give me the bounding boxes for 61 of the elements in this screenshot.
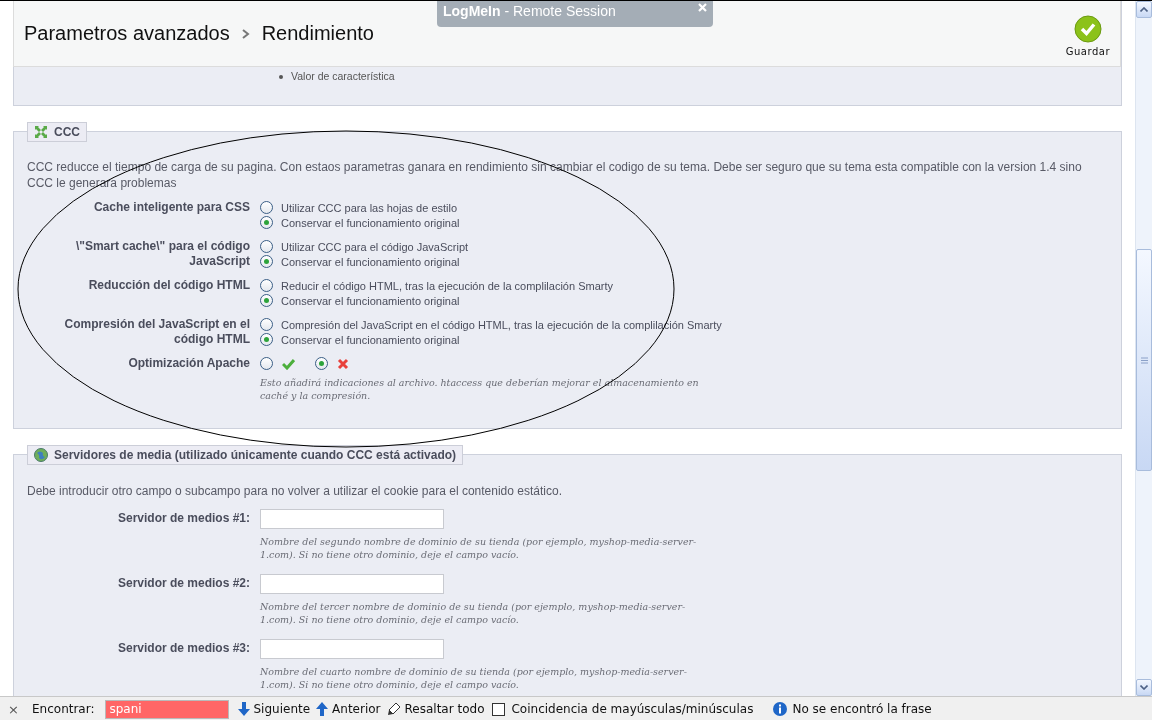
radio-button[interactable] — [260, 294, 273, 307]
cross-icon — [337, 357, 349, 370]
status-message: No se encontró la frase — [792, 702, 932, 716]
setting-label: Reducción del código HTML — [87, 278, 250, 294]
pen-icon — [386, 702, 401, 716]
grip-icon — [1140, 356, 1148, 364]
option-label: Conservar el funcionamiento original — [281, 333, 460, 346]
field-label: Servidor de medios #1: — [116, 510, 250, 526]
radio-button[interactable] — [260, 279, 273, 292]
section-description: Debe introducir otro campo o subcampo para no volver a utilizar el cookie para el contenido estático. — [27, 483, 563, 499]
setting-label: Compresión del JavaScript en el código HTML — [63, 317, 250, 347]
option-label: Conservar el funcionamiento original — [281, 216, 460, 229]
option-label: Reducir el código HTML, tras la ejecución de la complilación Smarty — [281, 279, 613, 292]
arrow-up-icon — [316, 702, 329, 716]
setting-label: \"Smart cache\" para el código JavaScript — [74, 239, 250, 269]
close-button[interactable]: × — [8, 701, 22, 717]
legend-title: CCC — [54, 125, 80, 139]
radio-button[interactable] — [260, 201, 273, 214]
toolbar-button[interactable]: Anterior — [316, 702, 381, 716]
check-icon — [1073, 14, 1102, 43]
scroll-thumb[interactable] — [1136, 249, 1152, 471]
radio-button[interactable] — [315, 357, 328, 370]
setting-label: Optimización Apache — [127, 356, 250, 372]
check-icon — [282, 357, 295, 370]
chevron-icon — [241, 28, 250, 39]
info-icon — [773, 702, 788, 716]
scroll-down-button[interactable] — [1136, 679, 1152, 696]
field-label: Servidor de medios #3: — [116, 640, 250, 656]
scrollbar[interactable] — [1135, 1, 1152, 696]
breadcrumb-link[interactable]: Parametros avanzados — [24, 22, 230, 45]
text-field[interactable] — [260, 509, 444, 529]
radio-button[interactable] — [260, 216, 273, 229]
field-hint: Nombre del cuarto nombre de dominio de su tienda (por ejemplo, myshop-media-server-1.com). Si no tiene otro dominio, deje el campo vacío. — [260, 665, 688, 691]
option-label: Utilizar CCC para las hojas de estilo — [281, 201, 458, 214]
option-label: Conservar el funcionamiento original — [281, 255, 460, 268]
globe-icon — [34, 448, 48, 462]
setting-label: Cache inteligente para CSS — [92, 200, 250, 216]
page-title: Rendimiento — [261, 22, 374, 45]
find-label: Encontrar: — [32, 702, 95, 716]
toolbar-button[interactable]: Siguiente — [237, 702, 311, 716]
save-button[interactable]: Guardar — [1065, 14, 1110, 57]
toolbar-button[interactable]: Resaltar todo — [386, 702, 485, 716]
field-hint: Nombre del segundo nombre de dominio de su tienda (por ejemplo, myshop-media-server-1.com). Si no tiene otro dominio, deje el campo vacío. — [260, 535, 698, 561]
session-title: LogMeIn - Remote Session — [443, 3, 616, 19]
text-field[interactable] — [260, 574, 444, 594]
radio-button[interactable] — [260, 333, 273, 346]
radio-button[interactable] — [260, 357, 273, 370]
text-field[interactable] — [260, 639, 444, 659]
radio-button[interactable] — [260, 255, 273, 268]
field-hint: Nombre del tercer nombre de dominio de su tienda (por ejemplo, myshop-media-server-1.com). Si no tiene otro dominio, deje el campo vacío. — [260, 600, 687, 626]
arrow-down-icon — [237, 702, 250, 716]
match-case-checkbox[interactable]: Coincidencia de mayúsculas/minúsculas — [492, 702, 754, 716]
scroll-up-button[interactable] — [1136, 1, 1152, 18]
radio-button[interactable] — [260, 240, 273, 253]
option-label: Utilizar CCC para el código JavaScript — [281, 240, 469, 253]
option-label: Conservar el funcionamiento original — [281, 294, 460, 307]
legend-title: Servidores de media (utilizado únicamente cuando CCC está activado) — [54, 448, 457, 462]
arrows-icon — [34, 125, 48, 139]
field-label: Servidor de medios #2: — [116, 575, 250, 591]
radio-button[interactable] — [260, 318, 273, 331]
list-item: Valor de característica — [291, 70, 395, 84]
